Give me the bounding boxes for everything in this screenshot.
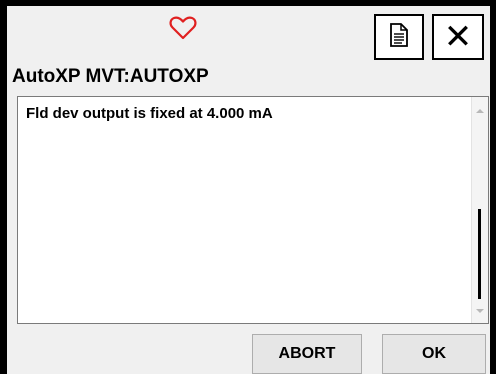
close-button[interactable]: ✕ <box>432 14 484 60</box>
dialog-title: AutoXP MVT:AUTOXP <box>12 66 209 87</box>
window-frame-right <box>490 0 496 374</box>
heart-outline-icon <box>169 16 197 40</box>
document-button[interactable] <box>374 14 424 60</box>
message-textbox[interactable]: Fld dev output is fixed at 4.000 mA <box>17 96 489 324</box>
window-frame-left <box>0 0 7 374</box>
scrollbar-thumb[interactable] <box>478 209 481 299</box>
close-icon: ✕ <box>443 17 473 57</box>
document-icon <box>388 22 410 53</box>
abort-button[interactable]: ABORT <box>252 334 362 374</box>
message-text: Fld dev output is fixed at 4.000 mA <box>26 105 273 122</box>
ok-button[interactable]: OK <box>382 334 486 374</box>
scroll-up-arrow-icon[interactable] <box>476 109 484 113</box>
vertical-scrollbar[interactable] <box>471 97 488 323</box>
scroll-down-arrow-icon[interactable] <box>476 309 484 313</box>
